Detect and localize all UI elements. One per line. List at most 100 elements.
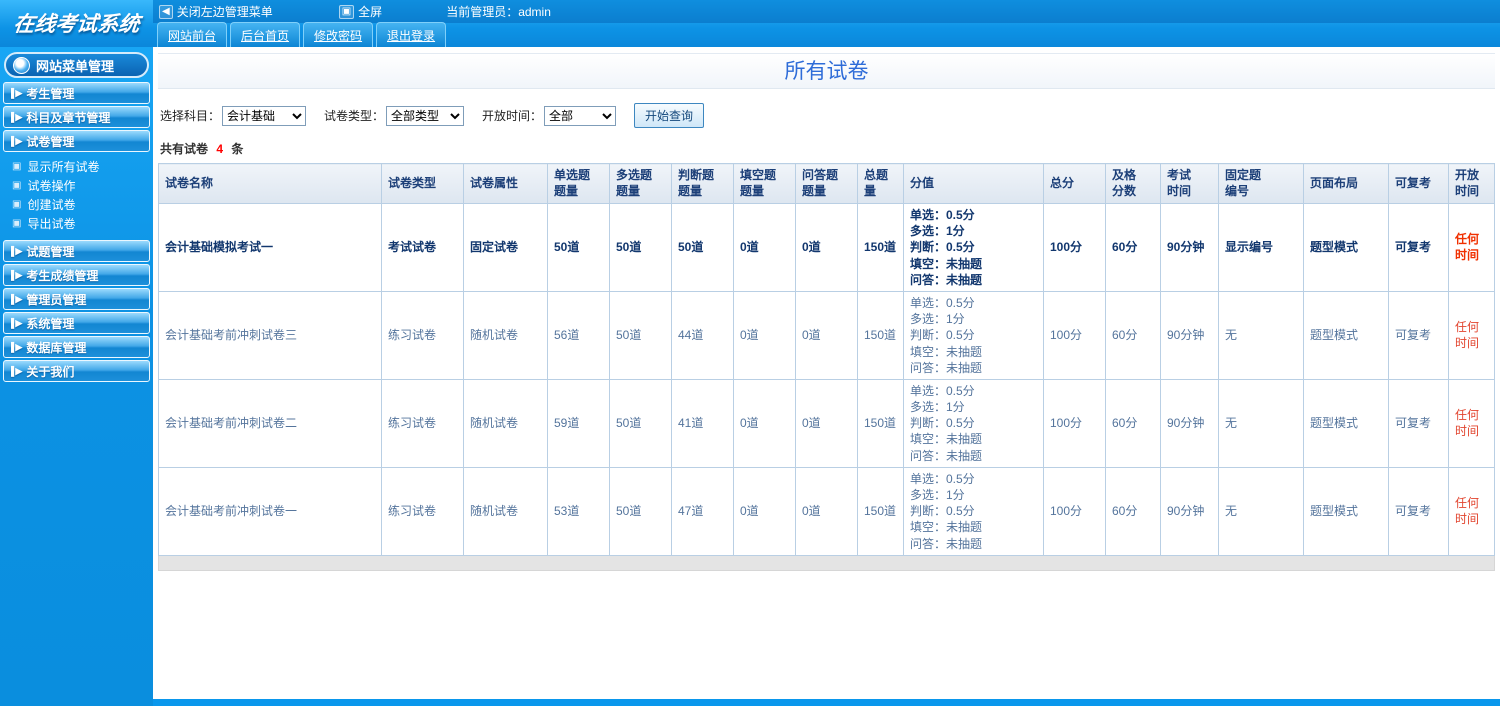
page-title: 所有试卷: [784, 60, 869, 83]
table-cell: 任何时间: [1448, 378, 1495, 468]
sidebar-item[interactable]: ▌▶ 关于我们: [3, 360, 150, 382]
table-cell: 可复考: [1388, 203, 1449, 292]
papers-table: 试卷名称 试卷类型 试卷属性 单选题 题量 多选题 题量 判断题 题量 填空题 题量 问答题 …: [158, 163, 1495, 556]
close-left-menu-button[interactable]: ◀ 关闭左边管理菜单: [159, 3, 273, 20]
table-cell: 练习试卷: [381, 290, 464, 380]
paper-count: 4: [216, 142, 224, 156]
table-cell: 可复考: [1388, 290, 1449, 380]
sidebar-item[interactable]: ▌▶ 管理员管理: [3, 288, 150, 310]
sidebar-item[interactable]: ▌▶ 考生成绩管理: [3, 264, 150, 286]
table-cell: 练习试卷: [381, 466, 464, 556]
table-cell: 0道: [733, 290, 796, 380]
globe-icon: [13, 56, 30, 74]
header-tab-3[interactable]: 修改密码: [303, 22, 374, 47]
menu-arrow-icon: ▌▶: [11, 111, 22, 122]
open-time-filter-label: 开放时间：: [482, 109, 543, 123]
table-row: 会计基础考前冲刺试卷三 练习试卷 随机试卷 56道 50道 44道 0道 0道 150道 单选：0…: [158, 290, 1495, 380]
header-tab-2[interactable]: 后台首页: [230, 22, 301, 47]
table-cell: 50道: [609, 290, 672, 380]
column-header: 及格 分数: [1105, 163, 1161, 204]
fullscreen-button[interactable]: ▣ 全屏: [338, 3, 382, 20]
grid-icon: ▣: [12, 198, 22, 210]
table-cell: 题型模式: [1303, 203, 1389, 292]
sidebar-item[interactable]: ▌▶ 试题管理: [3, 240, 150, 262]
column-header: 考试 时间: [1160, 163, 1219, 204]
sidebar-item-label: 关于我们: [26, 364, 75, 379]
table-cell: 50道: [671, 203, 734, 292]
submenu-item[interactable]: ▣ 导出试卷: [12, 214, 153, 233]
table-cell: 60分: [1105, 466, 1161, 556]
sidebar-item-label: 管理员管理: [26, 292, 87, 307]
table-cell: 100分: [1043, 378, 1106, 468]
table-cell: 任何时间: [1448, 203, 1495, 292]
table-cell: 50道: [609, 466, 672, 556]
table-cell: 90分钟: [1160, 203, 1219, 292]
open-time-select[interactable]: 全部: [544, 105, 617, 126]
grid-icon: ▣: [12, 217, 22, 229]
table-cell: 会计基础模拟考试一: [158, 203, 382, 292]
type-filter-label: 试卷类型：: [324, 109, 385, 123]
submenu-item-label: 试卷操作: [27, 179, 76, 193]
column-header: 试卷类型: [381, 163, 464, 204]
current-admin-label: 当前管理员：admin: [446, 5, 551, 19]
column-header: 试卷名称: [158, 163, 382, 204]
header-tab-4[interactable]: 退出登录: [376, 22, 447, 47]
table-cell: 47道: [671, 466, 734, 556]
table-cell: 56道: [547, 290, 610, 380]
table-cell: 显示编号: [1218, 203, 1304, 292]
menu-arrow-icon: ▌▶: [11, 293, 22, 304]
column-header: 可复考: [1388, 163, 1449, 204]
table-cell: 无: [1218, 466, 1304, 556]
table-cell: 53道: [547, 466, 610, 556]
menu-arrow-icon: ▌▶: [11, 135, 22, 146]
table-cell: 单选：0.5分 多选：1分 判断：0.5分 填空：未抽题 问答：未抽题: [903, 378, 1044, 468]
header: 在线考试系统 ◀ 关闭左边管理菜单 ▣ 全屏 当前管理员：admin 网站前台后…: [0, 0, 1500, 47]
column-header: 页面布局: [1303, 163, 1389, 204]
table-cell: 会计基础考前冲刺试卷二: [158, 378, 382, 468]
sidebar-title-label: 网站菜单管理: [36, 58, 115, 74]
sidebar-item-label: 试题管理: [26, 244, 75, 259]
submenu-item-label: 导出试卷: [27, 217, 76, 231]
sidebar-item[interactable]: ▌▶ 科目及章节管理: [3, 106, 150, 128]
sidebar-item[interactable]: ▌▶ 考生管理: [3, 82, 150, 104]
submenu-item[interactable]: ▣ 显示所有试卷: [12, 157, 153, 176]
filter-bar: 选择科目： 会计基础 试卷类型： 全部类型 开放时间： 全部 开始查询: [160, 103, 1493, 128]
table-cell: 0道: [733, 203, 796, 292]
table-footer-bar: [158, 555, 1495, 571]
column-header: 分值: [903, 163, 1044, 204]
sidebar-menu: ▌▶ 考生管理 ▌▶ 科目及章节管理 ▌▶ 试卷管理 ▣ 显示所有试卷 ▣ 试卷操作 ▣ 创建试卷 ▣ 导…: [0, 82, 153, 382]
table-cell: 59道: [547, 378, 610, 468]
main-content: 所有试卷 选择科目： 会计基础 试卷类型： 全部类型 开放时间： 全部 开始查询…: [153, 47, 1500, 699]
menu-arrow-icon: ▌▶: [11, 341, 22, 352]
search-button[interactable]: 开始查询: [634, 103, 705, 128]
menu-arrow-icon: ▌▶: [11, 317, 22, 328]
app-logo: 在线考试系统: [12, 11, 141, 36]
header-tabs: 网站前台 后台首页 修改密码 退出登录: [153, 22, 1500, 47]
submenu-item[interactable]: ▣ 试卷操作: [12, 176, 153, 195]
table-cell: 0道: [795, 378, 858, 468]
subject-select[interactable]: 会计基础: [222, 105, 307, 126]
sidebar-item-label: 考生管理: [26, 86, 75, 101]
table-cell: 50道: [609, 203, 672, 292]
table-cell: 会计基础考前冲刺试卷一: [158, 466, 382, 556]
sidebar-title: 网站菜单管理: [4, 52, 149, 78]
summary-prefix: 共有试卷: [160, 142, 209, 156]
table-body: 会计基础模拟考试一 考试试卷 固定试卷 50道 50道 50道 0道 0道 150道 单选：0.5…: [158, 203, 1495, 556]
menu-arrow-icon: ▌▶: [11, 87, 22, 98]
menu-arrow-icon: ▌▶: [11, 245, 22, 256]
table-cell: 0道: [733, 378, 796, 468]
table-cell: 90分钟: [1160, 290, 1219, 380]
table-cell: 150道: [857, 466, 904, 556]
sidebar-item[interactable]: ▌▶ 系统管理: [3, 312, 150, 334]
menu-arrow-icon: ▌▶: [11, 365, 22, 376]
table-cell: 随机试卷: [463, 466, 548, 556]
column-header: 问答题 题量: [795, 163, 858, 204]
paper-type-select[interactable]: 全部类型: [386, 105, 465, 126]
table-row: 会计基础考前冲刺试卷二 练习试卷 随机试卷 59道 50道 41道 0道 0道 150道 单选：0…: [158, 378, 1495, 468]
sidebar-item[interactable]: ▌▶ 试卷管理: [3, 130, 150, 152]
column-header: 判断题 题量: [671, 163, 734, 204]
header-tab-1[interactable]: 网站前台: [157, 22, 228, 47]
title-bar: 所有试卷: [158, 53, 1495, 89]
sidebar-item[interactable]: ▌▶ 数据库管理: [3, 336, 150, 358]
submenu-item[interactable]: ▣ 创建试卷: [12, 195, 153, 214]
